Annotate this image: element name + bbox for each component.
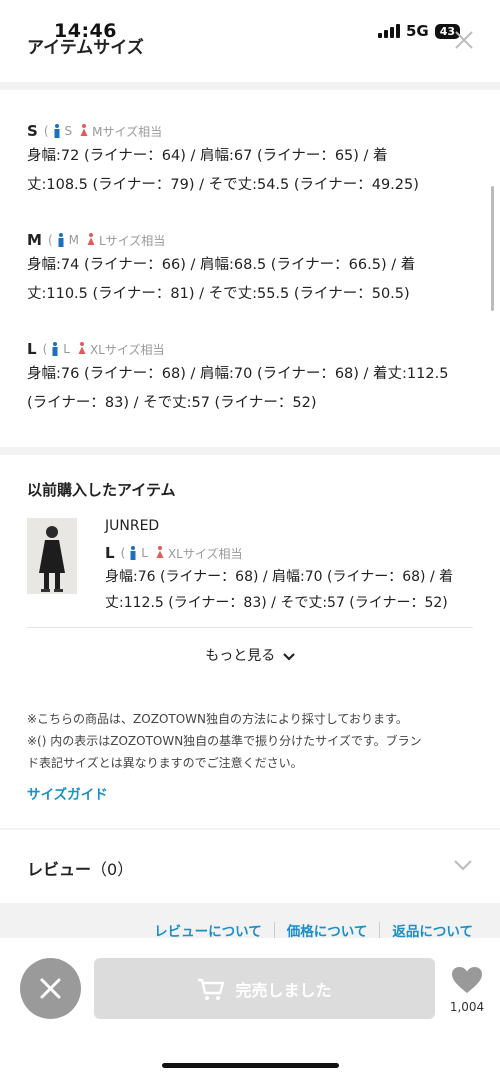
size-block-m: M ( M Lサイズ相当 身幅:74 (ライナー：66) / 肩幅:68.5 (… (27, 229, 477, 309)
women-size: Mサイズ相当 (92, 124, 163, 139)
women-icon (87, 233, 95, 245)
men-icon (54, 124, 59, 138)
home-indicator (162, 1063, 339, 1068)
size-code: S (27, 122, 38, 140)
close-button[interactable] (20, 958, 81, 1019)
women-icon (156, 546, 164, 558)
size-code: L (105, 544, 115, 562)
close-icon[interactable] (452, 28, 476, 52)
page-title: アイテムサイズ (27, 38, 144, 58)
women-size: XLサイズ相当 (167, 546, 243, 561)
item-thumbnail[interactable] (27, 518, 77, 594)
header: 14:46 アイテムサイズ 5G 43 (0, 0, 500, 82)
info-links: レビューについて 価格について 返品について (154, 920, 473, 940)
divider (27, 627, 473, 628)
women-size: XLサイズ相当 (89, 342, 165, 357)
sold-out-button[interactable]: 完売しました (94, 958, 435, 1019)
women-icon (78, 342, 86, 354)
close-icon (40, 978, 61, 999)
status-indicators: 5G 43 (377, 22, 460, 40)
men-icon (58, 233, 64, 247)
bottom-action-bar: 完売しました 1,004 (0, 938, 500, 1080)
show-more-label: もっと見る (205, 648, 276, 664)
chevron-down-icon[interactable] (454, 858, 472, 872)
chevron-down-icon (282, 652, 295, 661)
size-block-s: S ( S Mサイズ相当 身幅:72 (ライナー：64) / 肩幅:67 (ライ… (27, 120, 477, 200)
note-size-standard: ※() 内の表示はZOZOTOWN独自の基準で振り分けたサイズです。ブラン (27, 734, 422, 748)
item-size-page: 14:46 アイテムサイズ 5G 43 S ( S Mサイズ相当 身幅:72 (… (0, 0, 500, 1080)
review-section[interactable]: レビュー（0） (0, 830, 500, 903)
cart-icon (198, 978, 225, 1000)
size-block-l: L ( L XLサイズ相当 身幅:76 (ライナー：68) / 肩幅:70 (ラ… (27, 338, 477, 418)
favorite-count: 1,004 (449, 1000, 485, 1014)
sold-out-label: 完売しました (235, 980, 332, 1000)
review-count: （0） (91, 860, 134, 879)
measure-line: 身幅:76 (ライナー：68) / 肩幅:70 (ライナー：68) / 着 (105, 569, 454, 585)
return-info-link[interactable]: 返品について (392, 920, 473, 940)
women-icon (80, 124, 88, 136)
previous-measure: 身幅:76 (ライナー：68) / 肩幅:70 (ライナー：68) / 着 丈:… (105, 564, 477, 616)
women-size: Lサイズ相当 (98, 233, 166, 248)
men-size: M (68, 233, 79, 247)
measure-line: 丈:112.5 (ライナー：83) / そで丈:57 (ライナー：52) (105, 595, 448, 611)
men-icon (52, 342, 58, 356)
size-measure-line: 身幅:72 (ライナー：64) / 肩幅:67 (ライナー：65) / 着 (27, 148, 388, 164)
size-measure-line: 身幅:76 (ライナー：68) / 肩幅:70 (ライナー：68) / 着丈:1… (27, 366, 449, 382)
size-measure-line: 身幅:74 (ライナー：66) / 肩幅:68.5 (ライナー：66.5) / … (27, 257, 416, 273)
link-separator (379, 922, 381, 938)
show-more-button[interactable]: もっと見る (0, 645, 500, 665)
heart-icon (452, 967, 482, 993)
signal-icon (377, 24, 400, 38)
size-guide-link[interactable]: サイズガイド (27, 783, 108, 803)
favorite-button[interactable]: 1,004 (448, 966, 486, 1014)
review-title: レビュー（0） (27, 856, 133, 880)
size-measure-line: (ライナー：83) / そで丈:57 (ライナー：52) (27, 395, 317, 411)
previous-size: L ( L XLサイズ相当 (105, 544, 243, 562)
size-measure-line: 丈:108.5 (ライナー：79) / そで丈:54.5 (ライナー：49.25… (27, 177, 419, 193)
men-size: S (64, 124, 73, 138)
size-measure-line: 丈:110.5 (ライナー：81) / そで丈:55.5 (ライナー：50.5) (27, 286, 410, 302)
previous-items-section: 以前購入したアイテム JUNRED L ( L XLサイズ相当 身幅:76 (ラ… (0, 455, 500, 828)
note-measurement: ※こちらの商品は、ZOZOTOWN独自の方法により採寸しております。 (27, 712, 408, 726)
men-icon (130, 546, 136, 560)
review-info-link[interactable]: レビューについて (154, 920, 262, 940)
brand-name: JUNRED (105, 518, 160, 534)
size-list: S ( S Mサイズ相当 身幅:72 (ライナー：64) / 肩幅:67 (ライ… (0, 90, 500, 447)
size-code: L (27, 340, 37, 358)
scrollbar[interactable] (491, 186, 494, 311)
previous-items-title: 以前購入したアイテム (27, 481, 176, 499)
note-size-standard-cont: ド表記サイズとは異なりますのでご注意ください。 (27, 756, 303, 770)
link-separator (273, 922, 275, 938)
network-type: 5G (405, 22, 429, 40)
men-size: L (63, 342, 70, 356)
size-code: M (27, 231, 42, 249)
review-label: レビュー (27, 860, 92, 879)
price-info-link[interactable]: 価格について (287, 920, 368, 940)
men-size: L (141, 546, 148, 560)
